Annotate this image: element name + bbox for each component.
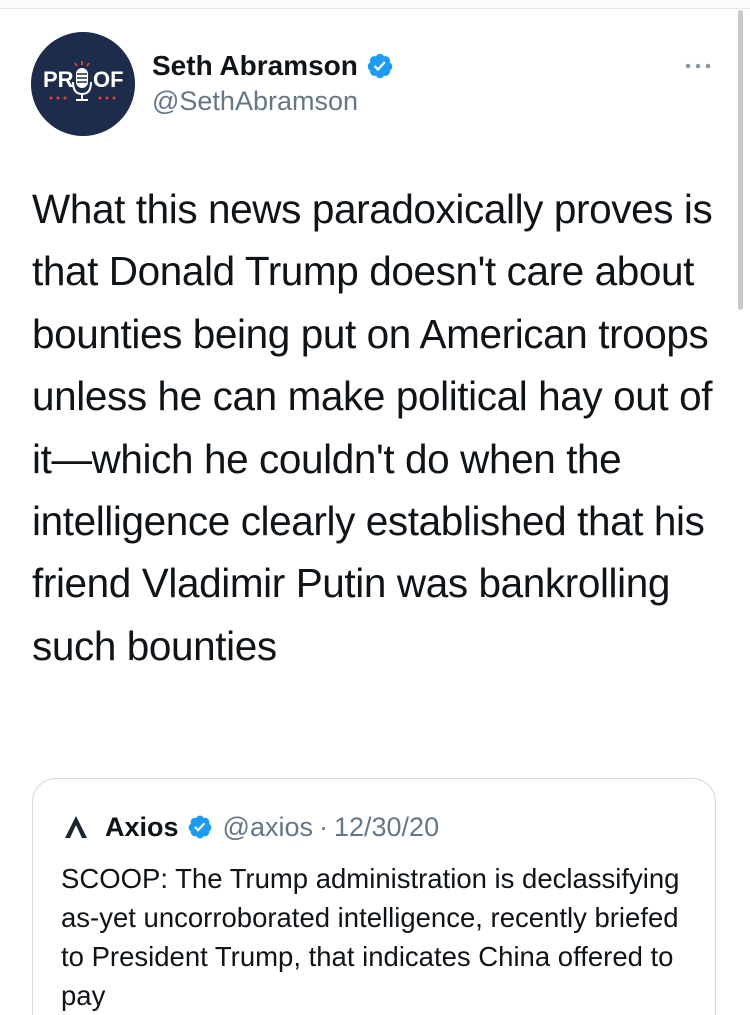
top-divider — [0, 0, 750, 9]
quoted-tweet-date[interactable]: 12/30/20 — [334, 812, 439, 843]
quoted-tweet-card[interactable]: Axios @axios · 12/30/20 SCOOP: The Trump… — [32, 778, 716, 1015]
quoted-author-name[interactable]: Axios — [105, 812, 179, 843]
verified-badge-icon — [187, 814, 213, 840]
quoted-author-handle[interactable]: @axios — [223, 812, 313, 843]
dot-separator: · — [318, 811, 328, 842]
avatar-text-of: OF — [93, 67, 124, 92]
scrollbar[interactable] — [738, 10, 743, 310]
quoted-tweet-text: SCOOP: The Trump administration is decla… — [61, 863, 680, 1011]
avatar-logo: PR OF — [31, 32, 135, 136]
quoted-tweet-header: Axios @axios · 12/30/20 — [61, 809, 439, 845]
avatar[interactable]: PR OF — [31, 32, 135, 136]
axios-logo-icon — [61, 812, 91, 842]
verified-badge-icon — [366, 52, 394, 80]
author-name-row[interactable]: Seth Abramson — [152, 48, 394, 84]
author-handle[interactable]: @SethAbramson — [152, 86, 358, 117]
author-display-name[interactable]: Seth Abramson — [152, 50, 358, 82]
more-options-icon[interactable] — [680, 52, 720, 76]
tweet-text: What this news paradoxically proves is t… — [32, 186, 724, 669]
avatar-text-pr: PR — [43, 67, 74, 92]
